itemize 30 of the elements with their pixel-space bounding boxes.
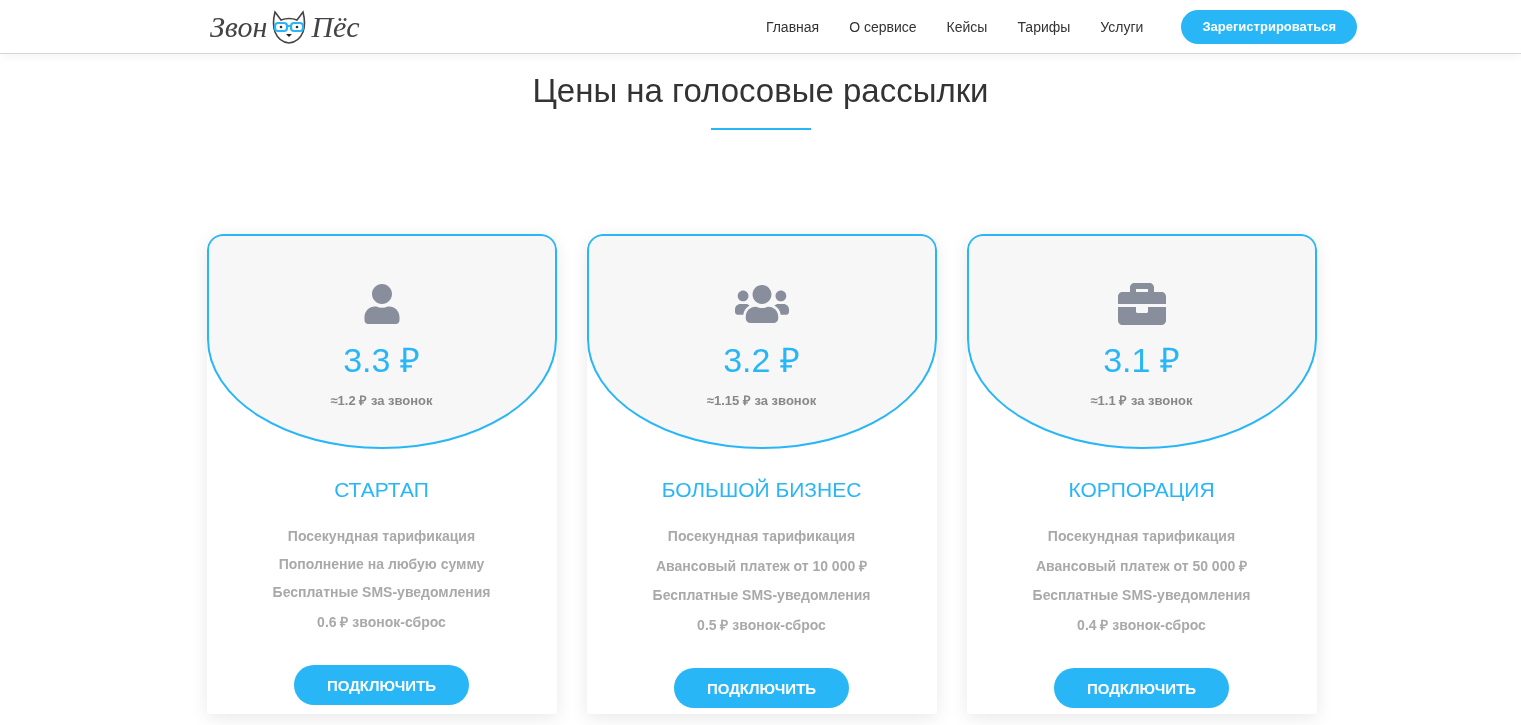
- logo-text: Пёс: [311, 11, 360, 42]
- plan-feature: Авансовый платеж от 10 000 ₽: [655, 557, 868, 575]
- plan-feature: Посекундная тарификация: [667, 528, 856, 544]
- nav-link[interactable]: Главная: [765, 18, 820, 35]
- plan-feature: Бесплатные SMS-уведомления: [272, 584, 491, 600]
- plan-feature: 0.5 ₽ звонок-сброс: [697, 616, 826, 634]
- nav-link[interactable]: Кейсы: [946, 18, 988, 35]
- plan-feature: Бесплатные SMS-уведомления: [652, 587, 871, 603]
- nav-link[interactable]: Тарифы: [1017, 18, 1071, 35]
- section-title: Цены на голосовые рассылки: [531, 72, 990, 110]
- plan-feature: Пополнение на любую сумму: [278, 556, 485, 572]
- briefcase-icon: [1117, 280, 1166, 328]
- nav-link[interactable]: Услуги: [1100, 18, 1144, 35]
- plan-feature: Посекундная тарификация: [287, 528, 476, 544]
- price: 3.1 ₽: [1103, 340, 1180, 381]
- price-per-call: ≈1.15 ₽ за звонок: [706, 392, 817, 409]
- plan-feature: 0.6 ₽ звонок-сброс: [317, 613, 446, 631]
- price: 3.3 ₽: [343, 340, 420, 381]
- plan-feature: 0.4 ₽ звонок-сброс: [1077, 616, 1206, 634]
- price: 3.2 ₽: [723, 340, 800, 381]
- plan-feature: Бесплатные SMS-уведомления: [1032, 587, 1251, 603]
- plan-feature: Авансовый платеж от 50 000 ₽: [1035, 557, 1248, 575]
- logo-text: Звон: [210, 11, 268, 42]
- plan-name: СТАРТАП: [334, 478, 429, 502]
- plan-feature: Посекундная тарификация: [1047, 528, 1236, 544]
- price-per-call: ≈1.2 ₽ за звонок: [330, 392, 433, 409]
- plan-name: КОРПОРАЦИЯ: [1068, 478, 1215, 502]
- price-per-call: ≈1.1 ₽ за звонок: [1090, 392, 1193, 409]
- nav-link[interactable]: О сервисе: [849, 18, 917, 35]
- plan-name: БОЛЬШОЙ БИЗНЕС: [661, 478, 862, 502]
